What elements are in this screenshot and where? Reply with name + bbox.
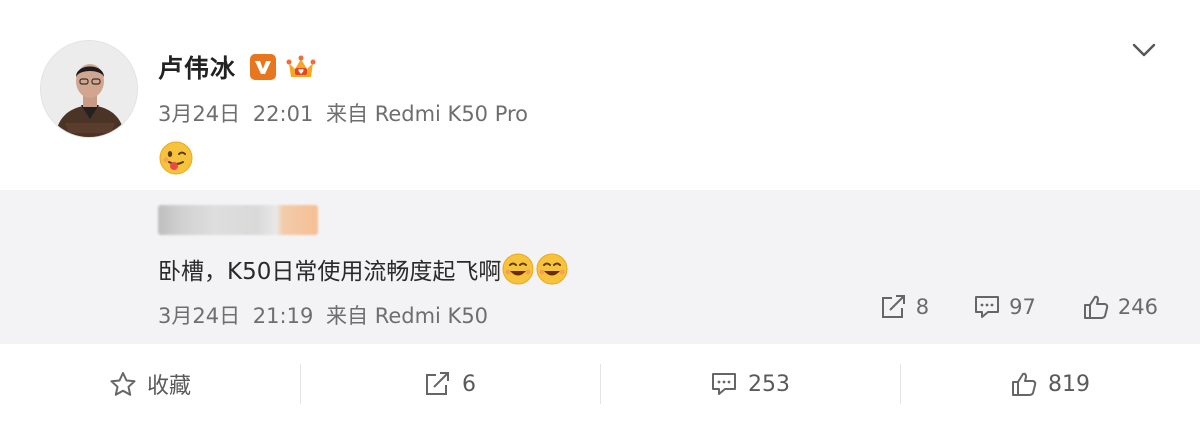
repost-comment-button[interactable]: 97 [973, 294, 1036, 320]
repost-share-count: 8 [915, 295, 930, 319]
grin-emoji-icon [536, 253, 568, 285]
comment-count: 253 [748, 371, 790, 397]
thumbs-up-icon [1083, 295, 1109, 319]
blurred-username [158, 205, 318, 235]
repost-from-prefix: 来自 [326, 304, 368, 328]
avatar-image [41, 41, 137, 137]
favorite-button[interactable]: 收藏 [0, 344, 300, 424]
share-icon [426, 372, 449, 395]
repost-share-button[interactable]: 8 [880, 294, 929, 320]
share-count: 6 [462, 371, 476, 397]
repost-source[interactable]: Redmi K50 [375, 304, 488, 328]
thumbs-up-icon [1012, 372, 1037, 396]
comment-button[interactable]: 253 [600, 344, 900, 424]
author-name[interactable]: 卢伟冰 [158, 49, 236, 85]
post-action-bar: 收藏 6 253 819 [0, 344, 1200, 424]
like-button[interactable]: 819 [900, 344, 1200, 424]
repost-text: 卧槽，K50日常使用流畅度起飞啊 [158, 259, 502, 285]
tongue-out-emoji-icon [158, 140, 194, 176]
comment-icon [975, 296, 1000, 318]
reposted-original[interactable]: 卧槽，K50日常使用流畅度起飞啊 3月24日 21:19 来自 Redmi K5… [0, 190, 1200, 344]
author-row: 卢伟冰 ♥ [158, 50, 318, 84]
star-icon [110, 372, 136, 396]
like-count: 819 [1048, 371, 1090, 397]
vip-crown-icon: ♥ [284, 52, 318, 82]
grin-emoji-icon [502, 253, 534, 285]
repost-like-count: 246 [1117, 295, 1158, 319]
post-source[interactable]: Redmi K50 Pro [375, 102, 528, 126]
post-meta: 3月24日 22:01 来自 Redmi K50 Pro [158, 98, 528, 128]
post-from-prefix: 来自 [326, 102, 368, 126]
favorite-label: 收藏 [146, 374, 191, 399]
svg-text:♥: ♥ [298, 68, 304, 76]
repost-date[interactable]: 3月24日 [158, 304, 240, 328]
repost-comment-count: 97 [1009, 295, 1036, 319]
chevron-down-icon[interactable] [1128, 38, 1160, 62]
repost-time[interactable]: 21:19 [253, 304, 314, 328]
post-date[interactable]: 3月24日 [158, 102, 240, 126]
repost-content: 卧槽，K50日常使用流畅度起飞啊 [158, 252, 569, 286]
repost-meta: 3月24日 21:19 来自 Redmi K50 [158, 300, 488, 330]
verified-v-icon [250, 54, 277, 80]
share-button[interactable]: 6 [300, 344, 600, 424]
comment-icon [712, 373, 736, 395]
share-icon [881, 295, 905, 318]
repost-actions: 8 97 246 [880, 294, 1158, 320]
avatar[interactable] [40, 40, 138, 138]
weibo-post-card: 卢伟冰 ♥ 3月24日 22:01 来自 Redmi K50 Pro 卧槽，K5… [0, 0, 1200, 424]
post-time[interactable]: 22:01 [253, 102, 314, 126]
repost-like-button[interactable]: 246 [1082, 294, 1158, 320]
